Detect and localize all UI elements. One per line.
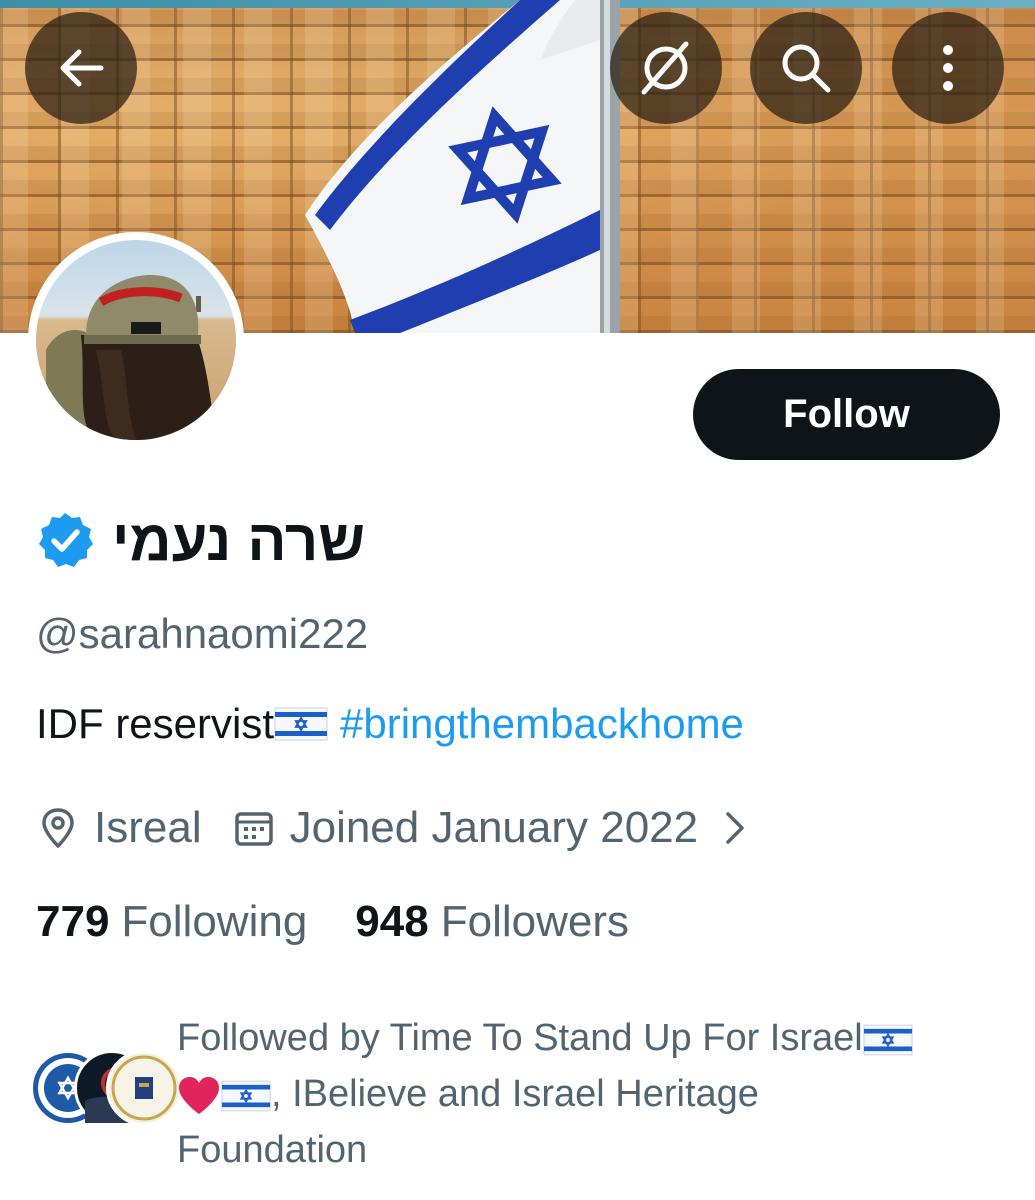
followers-count: 948 — [355, 897, 429, 946]
follower-avatar — [106, 1050, 182, 1126]
followed-by-line3: Foundation — [177, 1129, 368, 1171]
avatar-illustration — [46, 275, 216, 440]
profile-stats: 779 Following 948 Followers — [36, 892, 629, 952]
calendar-icon — [234, 812, 273, 846]
follower-avatar-logo — [111, 1055, 177, 1121]
israel-flag-icon — [274, 707, 328, 741]
following-label: Following — [121, 897, 308, 946]
display-name: שרה נעמי — [112, 507, 366, 573]
following-link[interactable]: 779 Following — [36, 897, 307, 947]
verified-badge-icon — [39, 513, 93, 567]
hashtag-link[interactable]: #bringthembackhome — [340, 700, 744, 748]
followers-link[interactable]: 948 Followers — [355, 897, 629, 947]
profile-bio: IDF reservist #bringthembackhome — [36, 700, 744, 748]
followed-by-text[interactable]: Followed by Time To Stand Up For Israel … — [177, 1010, 997, 1178]
profile-name-row: שרה נעמי — [36, 500, 636, 580]
more-button[interactable] — [892, 12, 1004, 124]
location-text: Isreal — [94, 803, 202, 852]
profile-meta: Isreal Joined January 2022 — [36, 798, 750, 858]
profile-avatar[interactable] — [28, 232, 244, 448]
grok-button[interactable] — [610, 12, 722, 124]
location-pin-icon — [42, 808, 74, 848]
chevron-right-icon[interactable] — [722, 806, 750, 850]
joined-date: Joined January 2022 — [289, 803, 699, 852]
israel-flag-icon — [863, 1024, 913, 1056]
israel-flag-icon — [221, 1080, 271, 1112]
follow-button[interactable]: Follow — [693, 369, 1000, 460]
more-vertical-icon — [943, 45, 953, 91]
user-handle: @sarahnaomi222 — [36, 610, 369, 657]
bio-text: IDF reservist — [36, 700, 275, 747]
search-icon — [782, 44, 831, 93]
search-button[interactable] — [750, 12, 862, 124]
arrow-left-icon — [60, 49, 104, 87]
back-button[interactable] — [25, 12, 137, 124]
followed-by-line2: , IBelieve and Israel Heritage — [271, 1073, 759, 1115]
red-heart-icon — [179, 1076, 219, 1114]
followed-by-line1: Followed by Time To Stand Up For Israel — [177, 1017, 863, 1059]
followers-label: Followers — [440, 897, 629, 946]
grok-icon — [641, 41, 689, 95]
followed-by-avatars[interactable] — [30, 1050, 182, 1126]
following-count: 779 — [36, 897, 110, 946]
avatar-photo — [36, 240, 236, 440]
